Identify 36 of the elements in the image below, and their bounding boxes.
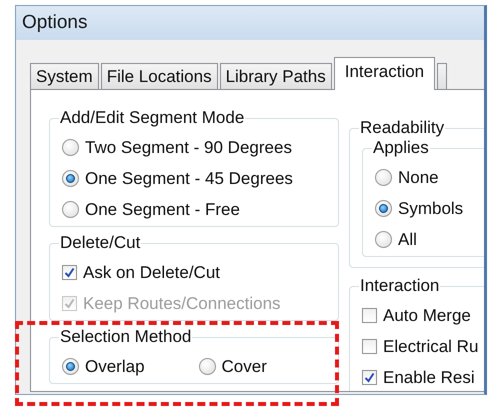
tab[interactable]: Library Paths (220, 63, 332, 90)
window-title: Options (16, 6, 484, 40)
option-label[interactable]: Overlap (85, 356, 145, 376)
option-label[interactable]: Symbols (398, 198, 464, 218)
group-title: Selection Method (59, 327, 192, 347)
radio-button[interactable] (198, 358, 216, 375)
option-label[interactable]: Auto Merge (383, 306, 471, 326)
option-label[interactable]: Two Segment - 90 Degrees (85, 138, 292, 158)
checkbox[interactable] (362, 308, 377, 323)
option-label[interactable]: One Segment - 45 Degrees (85, 168, 293, 188)
option-label[interactable]: Enable Resi (383, 368, 475, 388)
radio-button[interactable] (375, 231, 392, 248)
option-label[interactable]: All (398, 230, 417, 250)
tab[interactable]: System (30, 63, 99, 90)
tab[interactable]: File Locations (100, 63, 218, 90)
option-label[interactable]: Electrical Ru (383, 336, 478, 356)
radio-button[interactable] (62, 358, 79, 375)
group-title: Add/Edit Segment Mode (59, 108, 246, 128)
radio-button[interactable] (62, 170, 79, 187)
group-title: Applies (372, 138, 430, 158)
option-label[interactable]: Cover (222, 356, 267, 376)
tab[interactable] (437, 63, 448, 90)
radio-button[interactable] (62, 201, 79, 218)
option-label[interactable]: Ask on Delete/Cut (83, 262, 220, 282)
radio-button[interactable] (375, 200, 392, 217)
checkbox[interactable] (362, 339, 377, 354)
tab[interactable]: Interaction (334, 57, 436, 90)
group-title: Readability (359, 118, 446, 138)
checkbox[interactable] (362, 370, 377, 385)
option-label[interactable]: One Segment - Free (85, 200, 240, 220)
group-title: Delete/Cut (59, 233, 142, 253)
option-label[interactable]: None (398, 168, 439, 188)
group-title: Interaction (359, 276, 440, 296)
radio-button[interactable] (375, 169, 392, 186)
radio-button[interactable] (62, 139, 79, 156)
checkbox[interactable] (62, 265, 77, 280)
